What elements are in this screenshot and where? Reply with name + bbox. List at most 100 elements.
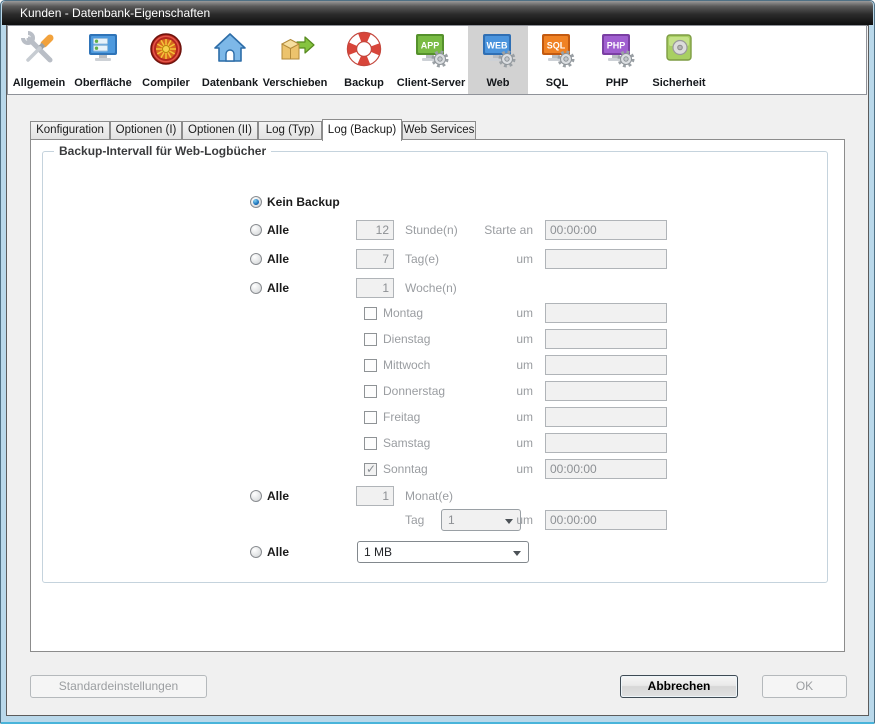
window-titlebar[interactable]: Kunden - Datenbank-Eigenschaften xyxy=(2,1,873,25)
radio-alle-monate-label: Alle xyxy=(267,486,289,506)
tab-log-backup[interactable]: Log (Backup) xyxy=(322,119,402,141)
weekday-checkbox-dienstag[interactable] xyxy=(364,333,377,346)
svg-text:APP: APP xyxy=(421,41,440,51)
toolbar-item-label: PHP xyxy=(606,77,629,89)
weekday-checkbox-freitag[interactable] xyxy=(364,411,377,424)
weekday-label: Donnerstag xyxy=(383,381,445,401)
days-unit-label: Tag(e) xyxy=(405,249,439,269)
ok-button[interactable]: OK xyxy=(762,675,847,698)
radio-alle-wochen[interactable] xyxy=(250,282,262,294)
window-title: Kunden - Datenbank-Eigenschaften xyxy=(20,1,210,25)
toolbar-item-label: Datenbank xyxy=(202,77,258,89)
sql-monitor-icon: SQL xyxy=(537,29,577,69)
radio-kein-backup[interactable] xyxy=(250,196,262,208)
hours-time-prefix-label: Starte an xyxy=(455,220,533,240)
defaults-button[interactable]: Standardeinstellungen xyxy=(30,675,207,698)
size-dropdown[interactable]: 1 MB xyxy=(357,541,529,563)
hours-time-field[interactable]: 00:00:00 xyxy=(545,220,667,240)
weekday-label: Mittwoch xyxy=(383,355,430,375)
toolbar-item-sicherheit[interactable]: Sicherheit xyxy=(646,26,712,94)
radio-alle-tage[interactable] xyxy=(250,253,262,265)
radio-kein-backup-label: Kein Backup xyxy=(267,192,340,212)
days-time-field[interactable] xyxy=(545,249,667,269)
weekday-time-field[interactable] xyxy=(545,355,667,375)
php-monitor-icon: PHP xyxy=(597,29,637,69)
lifebuoy-icon xyxy=(344,29,384,69)
weekday-time-prefix: um xyxy=(455,329,533,349)
tab-optionen-1[interactable]: Optionen (I) xyxy=(110,121,182,139)
weekday-time-field[interactable] xyxy=(545,381,667,401)
weekday-label: Freitag xyxy=(383,407,420,427)
svg-text:WEB: WEB xyxy=(487,41,508,51)
month-time-prefix-label: um xyxy=(455,510,533,530)
toolbar-item-php[interactable]: PHP PHP xyxy=(595,26,639,94)
weekday-checkbox-montag[interactable] xyxy=(364,307,377,320)
weekday-checkbox-sonntag[interactable] xyxy=(364,463,377,476)
backup-interval-groupbox xyxy=(42,151,828,583)
weeks-unit-label: Woche(n) xyxy=(405,278,457,298)
weekday-time-prefix: um xyxy=(455,407,533,427)
hours-unit-label: Stunde(n) xyxy=(405,220,458,240)
toolbar-item-compiler[interactable]: Compiler xyxy=(137,26,195,94)
toolbar-item-web[interactable]: WEB Web xyxy=(468,26,528,94)
toolbar-item-allgemein[interactable]: Allgemein xyxy=(11,26,67,94)
toolbar-item-label: Sicherheit xyxy=(652,77,705,89)
weekday-time-prefix: um xyxy=(455,433,533,453)
radio-alle-tage-label: Alle xyxy=(267,249,289,269)
weekday-time-field[interactable] xyxy=(545,407,667,427)
days-time-prefix-label: um xyxy=(455,249,533,269)
radio-alle-wochen-label: Alle xyxy=(267,278,289,298)
tab-konfiguration[interactable]: Konfiguration xyxy=(30,121,110,139)
weekday-time-prefix: um xyxy=(455,303,533,323)
weekday-time-prefix: um xyxy=(455,355,533,375)
toolbar-item-label: Compiler xyxy=(142,77,190,89)
house-icon xyxy=(210,29,250,69)
svg-text:PHP: PHP xyxy=(607,41,626,51)
months-value-field[interactable]: 1 xyxy=(356,486,394,506)
weekday-checkbox-samstag[interactable] xyxy=(364,437,377,450)
toolbar-item-verschieben[interactable]: Verschieben xyxy=(263,26,327,94)
safe-icon xyxy=(659,29,699,69)
tab-web-services[interactable]: Web Services xyxy=(402,121,476,139)
toolbar-item-backup[interactable]: Backup xyxy=(337,26,391,94)
toolbar-item-datenbank[interactable]: Datenbank xyxy=(199,26,261,94)
tab-log-typ[interactable]: Log (Typ) xyxy=(258,121,322,139)
weekday-label: Samstag xyxy=(383,433,430,453)
hours-value-field[interactable]: 12 xyxy=(356,220,394,240)
svg-text:SQL: SQL xyxy=(547,41,566,51)
radio-alle-groesse-label: Alle xyxy=(267,542,289,562)
month-day-dropdown-value: 1 xyxy=(448,513,455,527)
wheel-icon xyxy=(146,29,186,69)
toolbar-item-oberflaeche[interactable]: Oberfläche xyxy=(71,26,135,94)
weekday-time-prefix: um xyxy=(455,381,533,401)
tab-optionen-2[interactable]: Optionen (II) xyxy=(182,121,258,139)
toolbar-item-label: Client-Server xyxy=(397,77,465,89)
toolbar-item-label: SQL xyxy=(546,77,569,89)
web-monitor-icon: WEB xyxy=(478,29,518,69)
size-dropdown-value: 1 MB xyxy=(364,545,392,559)
radio-alle-groesse[interactable] xyxy=(250,546,262,558)
dialog-window: Kunden - Datenbank-Eigenschaften Allgeme… xyxy=(0,0,875,724)
weekday-checkbox-mittwoch[interactable] xyxy=(364,359,377,372)
days-value-field[interactable]: 7 xyxy=(356,249,394,269)
radio-alle-stunden[interactable] xyxy=(250,224,262,236)
cancel-button[interactable]: Abbrechen xyxy=(620,675,738,698)
weeks-value-field[interactable]: 1 xyxy=(356,278,394,298)
weekday-time-field[interactable]: 00:00:00 xyxy=(545,459,667,479)
toolbar-item-label: Allgemein xyxy=(13,77,66,89)
weekday-time-field[interactable] xyxy=(545,303,667,323)
month-time-field[interactable]: 00:00:00 xyxy=(545,510,667,530)
weekday-time-prefix: um xyxy=(455,459,533,479)
weekday-label: Dienstag xyxy=(383,329,430,349)
radio-alle-stunden-label: Alle xyxy=(267,220,289,240)
weekday-time-field[interactable] xyxy=(545,433,667,453)
toolbar-item-sql[interactable]: SQL SQL xyxy=(535,26,579,94)
radio-alle-monate[interactable] xyxy=(250,490,262,502)
weekday-time-field[interactable] xyxy=(545,329,667,349)
toolbar-item-client-server[interactable]: APP Client-Server xyxy=(394,26,468,94)
toolbar-item-label: Backup xyxy=(344,77,384,89)
tools-icon xyxy=(19,29,59,69)
toolbar-item-label: Verschieben xyxy=(263,77,328,89)
app-monitor-icon: APP xyxy=(411,29,451,69)
weekday-checkbox-donnerstag[interactable] xyxy=(364,385,377,398)
